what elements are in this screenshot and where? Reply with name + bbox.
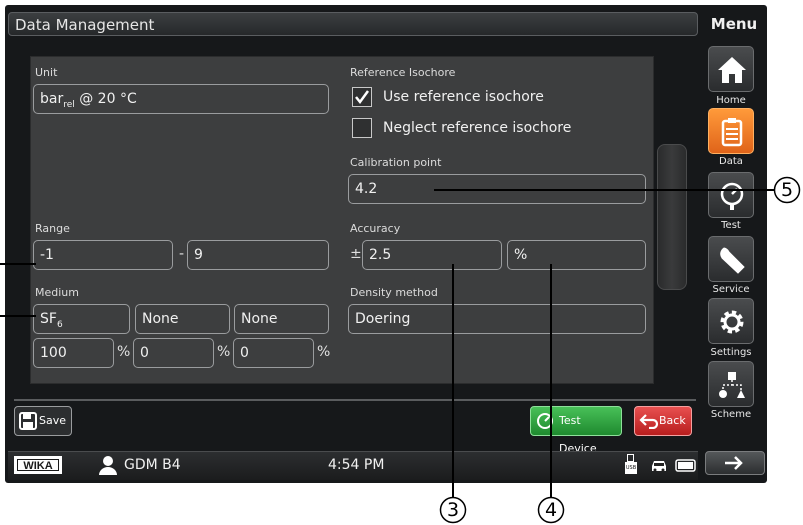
callout-line-5 xyxy=(434,189,776,191)
check-icon xyxy=(355,90,370,105)
callout-line-range xyxy=(0,263,36,265)
medium-label: Medium xyxy=(35,286,79,299)
accuracy-prefix: ± xyxy=(350,246,362,262)
medium-gas-2-select[interactable]: None xyxy=(135,304,230,334)
menu-data-label: Data xyxy=(719,156,743,167)
menu-service-label: Service xyxy=(712,284,750,295)
callout-3-number: 3 xyxy=(446,499,460,521)
menu-scheme-button[interactable] xyxy=(708,361,754,407)
medium-pct-3-input[interactable]: 0 xyxy=(233,338,314,368)
medium-gas-1-select[interactable]: SF6 xyxy=(33,304,130,334)
range-max-input[interactable]: 9 xyxy=(187,240,329,270)
wika-logo-text: WIKA xyxy=(17,459,59,472)
pct-3-unit: % xyxy=(317,344,331,360)
menu-service-button[interactable] xyxy=(708,236,754,282)
wika-logo: WIKA xyxy=(14,456,62,474)
home-icon xyxy=(718,57,746,83)
unit-subscript: rel xyxy=(63,99,75,110)
menu-test-button[interactable] xyxy=(708,172,754,218)
accuracy-label: Accuracy xyxy=(350,222,401,235)
pct-1-unit: % xyxy=(117,344,131,360)
medium-gas-3-select[interactable]: None xyxy=(234,304,329,334)
scrollbar[interactable] xyxy=(657,144,687,290)
save-label: Save xyxy=(39,414,67,427)
medium-pct-1-input[interactable]: 100 xyxy=(33,338,114,368)
user-icon xyxy=(99,456,117,475)
clipboard-icon xyxy=(721,118,743,147)
range-separator: - xyxy=(179,246,185,262)
accuracy-input[interactable]: 2.5 xyxy=(362,240,502,270)
callout-5-number: 5 xyxy=(780,179,794,201)
unit-base: bar xyxy=(40,91,64,107)
pct-2-unit: % xyxy=(217,344,231,360)
save-button[interactable]: Save xyxy=(14,406,72,436)
callout-5: 5 xyxy=(773,176,801,204)
car-icon xyxy=(652,461,666,472)
menu-settings-button[interactable] xyxy=(708,298,754,344)
menu-data-button[interactable] xyxy=(708,108,754,154)
menu-scheme-label: Scheme xyxy=(710,409,752,420)
range-label: Range xyxy=(35,222,70,235)
medium-pct-2-input[interactable]: 0 xyxy=(133,338,214,368)
back-label: Back xyxy=(659,414,686,427)
density-method-select[interactable]: Doering xyxy=(348,304,646,334)
floppy-icon xyxy=(19,412,37,430)
scheme-icon xyxy=(719,372,745,398)
density-method-label: Density method xyxy=(350,286,438,299)
range-min-input[interactable]: -1 xyxy=(33,240,173,270)
neglect-reference-checkbox[interactable] xyxy=(352,118,372,138)
callout-line-4 xyxy=(550,264,552,500)
arrow-right-icon xyxy=(725,456,743,470)
divider xyxy=(14,399,696,401)
neglect-reference-label[interactable]: Neglect reference isochore xyxy=(383,120,571,136)
use-reference-label[interactable]: Use reference isochore xyxy=(383,89,544,105)
menu-title: Menu xyxy=(710,15,758,33)
menu-test-label: Test xyxy=(721,220,741,231)
reference-isochore-label: Reference Isochore xyxy=(350,66,456,79)
status-time: 4:54 PM xyxy=(328,457,385,473)
page-title: Data Management xyxy=(8,12,698,36)
back-button[interactable]: Back xyxy=(634,406,692,436)
wrench-icon xyxy=(720,247,745,274)
calibration-point-label: Calibration point xyxy=(350,156,442,169)
unit-suffix: @ 20 °C xyxy=(74,91,137,107)
gear-icon xyxy=(720,310,744,334)
gas-1-base: SF xyxy=(40,311,57,327)
callout-line-3 xyxy=(452,264,454,500)
unit-field[interactable]: barrel @ 20 °C xyxy=(33,84,329,114)
menu-home-label: Home xyxy=(716,95,746,106)
callout-line-medium xyxy=(0,315,36,317)
use-reference-checkbox[interactable] xyxy=(352,87,372,107)
callout-3: 3 xyxy=(439,496,467,524)
battery-icon xyxy=(675,459,696,472)
test-device-button[interactable]: Test Device xyxy=(530,406,622,455)
menu-home-button[interactable] xyxy=(708,46,754,92)
usb-icon: USB xyxy=(625,454,637,476)
gauge-icon xyxy=(720,182,744,210)
test-device-label: Test Device xyxy=(559,414,597,455)
back-arrow-icon xyxy=(639,414,659,429)
device-name: GDM B4 xyxy=(124,457,181,473)
usb-label: USB xyxy=(625,462,637,474)
menu-settings-label: Settings xyxy=(710,347,752,358)
callout-4-number: 4 xyxy=(544,499,558,521)
next-arrow-button[interactable] xyxy=(705,451,765,475)
unit-label: Unit xyxy=(35,66,58,79)
accuracy-unit-select[interactable]: % xyxy=(507,240,646,270)
gas-1-subscript: 6 xyxy=(56,319,63,330)
callout-4: 4 xyxy=(537,496,565,524)
